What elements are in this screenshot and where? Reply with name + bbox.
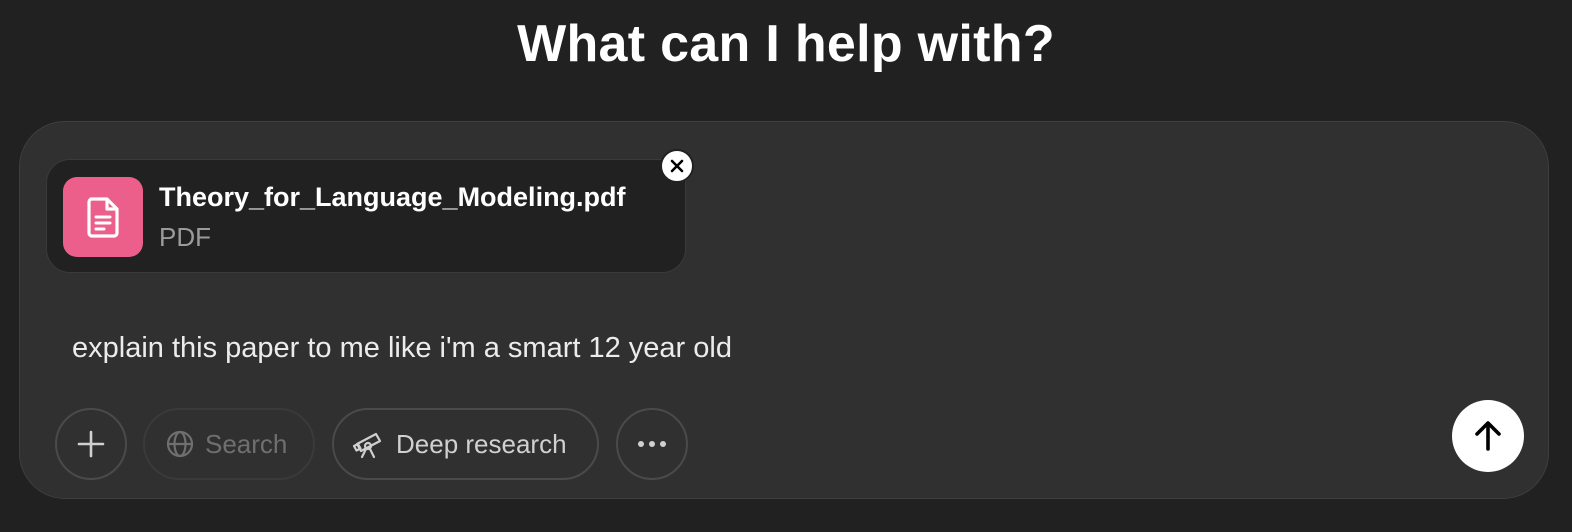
search-button[interactable]: Search [143, 408, 315, 480]
chat-home: What can I help with? Theory_for_Languag… [0, 0, 1572, 532]
message-composer[interactable]: Theory_for_Language_Modeling.pdf PDF exp… [19, 121, 1549, 499]
plus-icon [77, 430, 105, 458]
send-button[interactable] [1452, 400, 1524, 472]
add-attachment-button[interactable] [55, 408, 127, 480]
prompt-input[interactable]: explain this paper to me like i'm a smar… [72, 332, 732, 365]
arrow-up-icon [1475, 421, 1501, 451]
attachment-file-name: Theory_for_Language_Modeling.pdf [159, 182, 626, 212]
remove-attachment-button[interactable] [660, 149, 694, 183]
attachment-file-type: PDF [159, 222, 211, 252]
deep-research-button[interactable]: Deep research [332, 408, 599, 480]
close-icon [670, 159, 684, 173]
telescope-icon [352, 432, 382, 459]
deep-research-label: Deep research [396, 428, 567, 459]
file-attachment-card[interactable]: Theory_for_Language_Modeling.pdf PDF [46, 159, 686, 273]
search-button-label: Search [205, 428, 288, 459]
more-options-button[interactable] [616, 408, 688, 480]
page-title: What can I help with? [517, 15, 1055, 73]
document-icon [63, 177, 143, 257]
ellipsis-icon [638, 441, 666, 447]
globe-icon [166, 430, 194, 458]
